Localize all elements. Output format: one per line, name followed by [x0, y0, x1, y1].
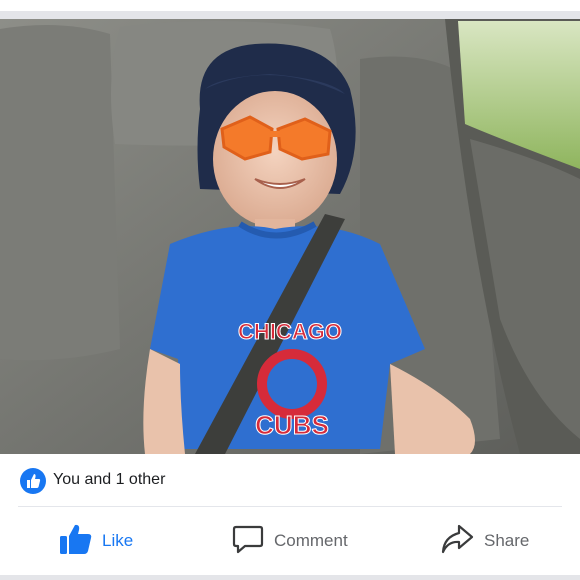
- reactions-bar[interactable]: You and 1 other: [0, 454, 580, 506]
- comment-button[interactable]: Comment: [232, 523, 348, 559]
- share-arrow-icon: [440, 523, 474, 560]
- shirt-text-top: CHICAGO: [238, 319, 342, 344]
- like-label: Like: [102, 531, 134, 550]
- comment-label: Comment: [274, 531, 348, 550]
- feed-divider: [0, 11, 580, 19]
- post-photo[interactable]: CHICAGO CUBS: [0, 19, 580, 454]
- shirt-text-bottom: CUBS: [255, 410, 329, 440]
- thumbs-up-icon: [20, 468, 46, 494]
- speech-bubble-icon: [232, 523, 264, 560]
- reaction-summary[interactable]: You and 1 other: [53, 471, 165, 489]
- thumbs-up-icon: [58, 523, 92, 560]
- feed-divider-bottom: [0, 575, 580, 580]
- like-button[interactable]: Like: [58, 523, 133, 559]
- share-label: Share: [484, 531, 530, 550]
- share-button[interactable]: Share: [440, 523, 529, 559]
- action-bar: Like Comment Share: [0, 507, 580, 575]
- top-strip: [0, 0, 580, 11]
